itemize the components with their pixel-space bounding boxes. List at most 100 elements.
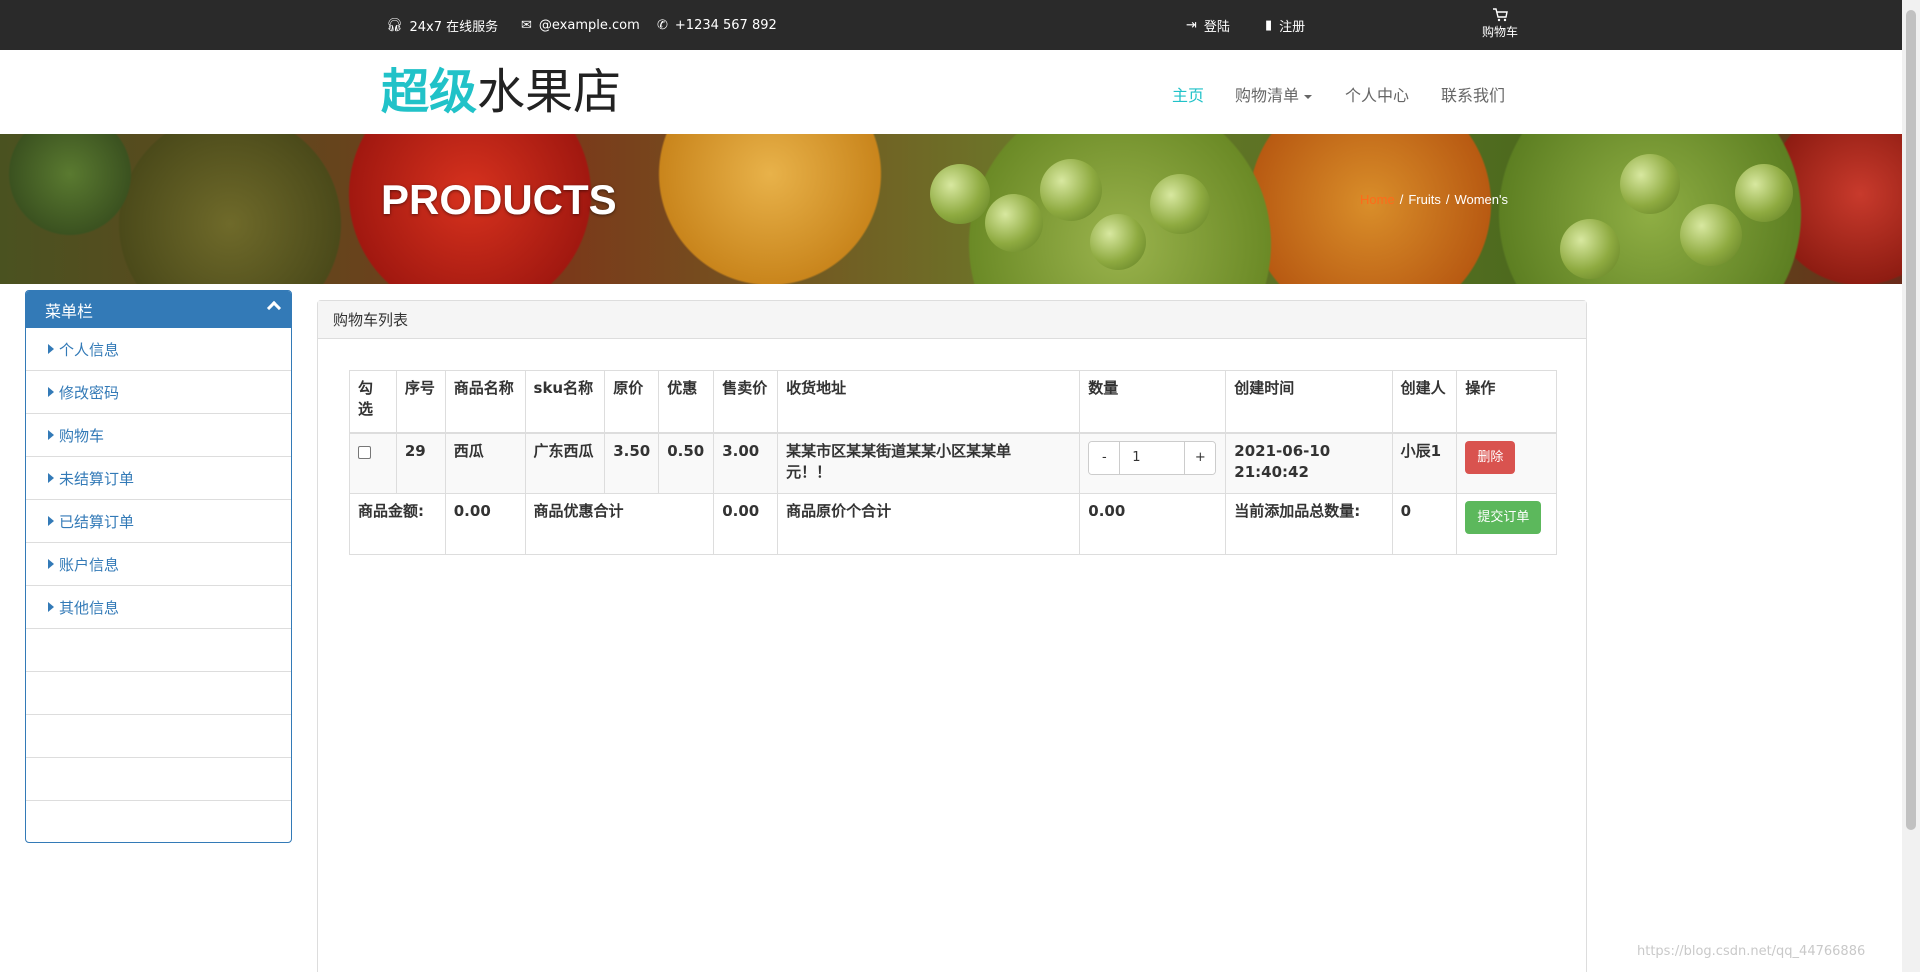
headset-icon: 🎧︎ [386,17,403,33]
chevron-up-icon[interactable] [266,300,282,316]
login-icon: ⇥ [1186,17,1197,33]
phone-info: ✆ +1234 567 892 [657,0,777,50]
login-link[interactable]: ⇥ 登陆 [1186,0,1230,50]
col-header-address: 收货地址 [777,370,1081,434]
sale-price-cell: 3.00 [713,432,779,494]
sidebar-empty-row [26,629,291,672]
banner-fruit [1680,204,1742,266]
caret-right-icon [48,430,54,440]
phone-icon: ✆ [657,17,668,33]
products-banner: PRODUCTS Home / Fruits / Women's [0,134,1902,284]
nav-shopping-list-label: 购物清单 [1235,86,1300,105]
book-icon: ▮ [1265,17,1273,33]
sidebar-item-personal-info[interactable]: 个人信息 [26,328,291,371]
nav-home[interactable]: 主页 [1172,82,1204,106]
watermark: https://blog.csdn.net/qq_44766886 [1637,944,1866,959]
sidebar-item-change-password[interactable]: 修改密码 [26,371,291,414]
phone-text: +1234 567 892 [674,17,777,33]
banner-fruit [930,164,990,224]
select-cell [349,432,397,494]
sidebar-header[interactable]: 菜单栏 [26,291,291,328]
logo[interactable]: 超级水果店 [381,64,621,120]
amount-value: 0.00 [444,493,526,555]
original-total-value: 0.00 [1079,493,1227,555]
logo-rest: 水果店 [477,64,622,120]
breadcrumb-womens: Women's [1454,192,1508,207]
col-header-creator: 创建人 [1391,370,1458,434]
register-label[interactable]: 注册 [1279,16,1305,35]
table-row: 29 西瓜 广东西瓜 3.50 0.50 3.00 某某市区某某街道某某小区某某… [349,432,1557,494]
sidebar-title: 菜单栏 [45,301,94,321]
site-header: 超级水果店 主页 购物清单 个人中心 联系我们 [0,50,1902,134]
caret-right-icon [48,473,54,483]
cart-label[interactable]: 购物车 [1470,25,1530,39]
created-cell: 2021-06-10 21:40:42 [1225,432,1393,494]
price-cell: 3.50 [604,432,660,494]
sidebar-item-cart[interactable]: 购物车 [26,414,291,457]
breadcrumb-home[interactable]: Home [1360,192,1395,207]
service-text: 24x7 在线服务 [409,19,499,35]
discount-total-value: 0.00 [713,493,779,555]
submit-cell: 提交订单 [1456,493,1557,555]
nav-contact[interactable]: 联系我们 [1441,82,1505,106]
col-header-select: 勾选 [349,370,397,434]
sidebar-menu: 菜单栏 个人信息 修改密码 购物车 未结算订单 已结算订单 账户信息 其他信息 [25,290,292,843]
summary-row: 商品金额: 0.00 商品优惠合计 0.00 商品原价个合计 0.00 当前添加… [349,493,1557,555]
amount-label: 商品金额: [349,493,446,555]
quantity-stepper: - 1 + [1088,440,1217,475]
sidebar-item-unsettled-orders[interactable]: 未结算订单 [26,457,291,500]
id-cell: 29 [395,432,446,494]
original-total-label: 商品原价个合计 [777,493,1081,555]
cart-link[interactable]: 购物车 [1470,8,1530,39]
sidebar-item-label: 已结算订单 [59,512,135,531]
nav-shopping-list[interactable]: 购物清单 [1235,82,1313,106]
banner-fruit [1040,159,1102,221]
delete-button[interactable]: 删除 [1465,440,1516,474]
sidebar-item-label: 未结算订单 [59,469,135,488]
panel-heading: 购物车列表 [318,301,1586,339]
caret-right-icon [48,602,54,612]
sidebar-item-settled-orders[interactable]: 已结算订单 [26,500,291,543]
nav-personal-center[interactable]: 个人中心 [1345,82,1409,106]
sidebar-item-label: 其他信息 [59,598,120,617]
cart-table: 勾选 序号 商品名称 sku名称 原价 优惠 售卖价 收货地址 数量 创建时间 … [349,370,1557,555]
sidebar-item-other-info[interactable]: 其他信息 [26,586,291,629]
cart-icon [1470,8,1530,25]
sidebar-empty-row [26,758,291,801]
breadcrumb-fruits[interactable]: Fruits [1408,192,1441,207]
increment-button[interactable]: + [1185,441,1216,474]
quantity-input[interactable]: 1 [1119,441,1186,474]
scrollbar-thumb[interactable] [1906,10,1916,830]
row-checkbox[interactable] [358,445,371,459]
col-header-price: 原价 [604,370,660,434]
col-header-name: 商品名称 [444,370,526,434]
banner-fruit [1620,154,1680,214]
register-link[interactable]: ▮ 注册 [1265,0,1305,50]
banner-title: PRODUCTS [381,176,617,223]
col-header-quantity: 数量 [1079,370,1227,434]
breadcrumb: Home / Fruits / Women's [1360,192,1508,207]
email-text[interactable]: @example.com [539,18,640,33]
caret-right-icon [48,344,54,354]
submit-order-button[interactable]: 提交订单 [1465,501,1542,534]
address-cell: 某某市区某某街道某某小区某某单元！！ [777,432,1081,494]
page-scrollbar[interactable] [1902,0,1920,972]
creator-cell: 小辰1 [1391,432,1458,494]
count-label: 当前添加品总数量: [1225,493,1393,555]
col-header-sale-price: 售卖价 [713,370,779,434]
sidebar-item-label: 账户信息 [59,555,120,574]
sidebar-item-label: 修改密码 [59,383,120,402]
sidebar-item-account-info[interactable]: 账户信息 [26,543,291,586]
caret-down-icon [1304,94,1313,99]
decrement-button[interactable]: - [1089,441,1120,474]
login-label[interactable]: 登陆 [1204,16,1230,35]
banner-fruit [985,194,1043,252]
sidebar-item-label: 购物车 [59,426,105,445]
sku-cell: 广东西瓜 [524,432,606,494]
col-header-sku: sku名称 [524,370,606,434]
caret-right-icon [48,387,54,397]
cart-panel: 购物车列表 勾选 序号 商品名称 sku名称 原价 优惠 售卖价 收货地址 数量… [317,300,1587,972]
discount-total-label: 商品优惠合计 [524,493,715,555]
email-info[interactable]: ✉ @example.com [521,0,640,50]
col-header-actions: 操作 [1456,370,1557,434]
